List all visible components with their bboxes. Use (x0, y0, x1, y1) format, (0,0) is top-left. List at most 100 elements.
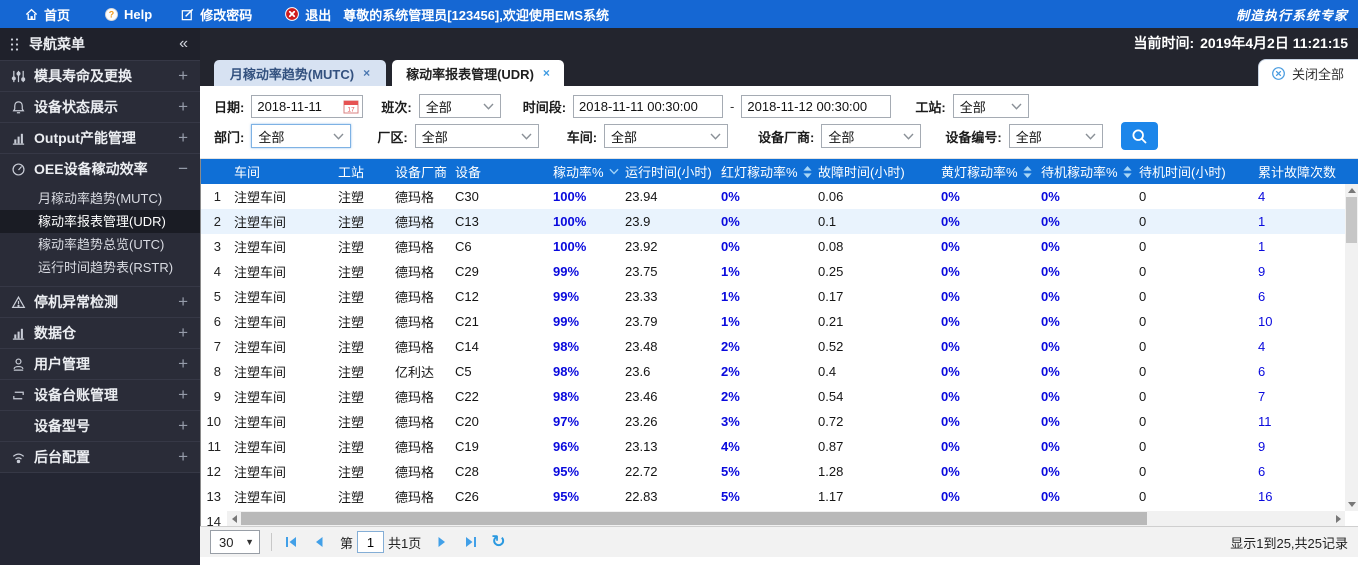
sidebar-nav: 模具寿命及更换 + 设备状态展示 + Output产能管理 + OEE设备稼动效率 − 月稼动率… (0, 60, 200, 472)
home-button[interactable]: 首页 (24, 5, 70, 24)
column-header[interactable]: 累计故障次数 (1251, 162, 1358, 181)
sidebar-group-1[interactable]: 设备状态展示 + (0, 91, 200, 122)
column-label: 设备厂商 (395, 165, 448, 180)
column-header[interactable]: 待机时间(小时) (1132, 162, 1251, 181)
sidebar-group-3[interactable]: OEE设备稼动效率 − (0, 153, 200, 184)
time-to-input[interactable] (741, 94, 892, 118)
plus-icon[interactable]: + (178, 128, 188, 148)
scroll-down-icon[interactable] (1345, 498, 1358, 511)
sidebar-group-9[interactable]: 后台配置 + (0, 441, 200, 472)
column-header[interactable]: 红灯稼动率% (714, 162, 812, 181)
sidebar-group-2[interactable]: Output产能管理 + (0, 122, 200, 153)
plus-icon[interactable]: + (178, 354, 188, 374)
scroll-left-icon[interactable] (227, 511, 241, 526)
change-password-button[interactable]: 修改密码 (180, 5, 252, 24)
tab-udr[interactable]: 稼动率报表管理(UDR) × (392, 60, 564, 86)
table-header: 车间 工站 设备厂商 设备 稼动率% 运行时间(小时) 红灯稼动率% 故障时间(小时) 黄灯稼动… (201, 159, 1358, 184)
first-page-button[interactable] (283, 534, 299, 550)
table-row[interactable]: 10 注塑车间 注塑 德玛格 C20 97% 23.26 3% 0.72 0% 0% 0 11 (201, 409, 1345, 434)
sidebar-item[interactable]: 稼动率趋势总览(UTC) (0, 233, 200, 256)
column-header[interactable]: 稼动率% (546, 162, 619, 181)
column-header[interactable]: 车间 (227, 162, 331, 181)
device-select[interactable]: 全部 (1008, 124, 1103, 148)
table-row[interactable]: 5 注塑车间 注塑 德玛格 C12 99% 23.33 1% 0.17 0% 0% 0 6 (201, 284, 1345, 309)
cell: 0% (1041, 364, 1060, 379)
tab-mutc[interactable]: 月稼动率趋势(MUTC) × (214, 60, 386, 86)
sidebar-item[interactable]: 稼动率报表管理(UDR) (0, 210, 200, 233)
close-all-button[interactable]: 关闭全部 (1257, 59, 1358, 86)
shift-select[interactable]: 全部 (418, 94, 501, 118)
table-row[interactable]: 12 注塑车间 注塑 德玛格 C28 95% 22.72 5% 1.28 0% 0% 0 6 (201, 459, 1345, 484)
sidebar-group-8[interactable]: 设备型号 + (0, 410, 200, 441)
station-select[interactable]: 全部 (952, 94, 1029, 118)
table-row[interactable]: 3 注塑车间 注塑 德玛格 C6 100% 23.92 0% 0.08 0% 0% 0 1 (201, 234, 1345, 259)
table-row[interactable]: 9 注塑车间 注塑 德玛格 C22 98% 23.46 2% 0.54 0% 0% 0 7 (201, 384, 1345, 409)
table-row[interactable]: 11 注塑车间 注塑 德玛格 C19 96% 23.13 4% 0.87 0% 0% 0 9 (201, 434, 1345, 459)
workshop-select[interactable]: 全部 (604, 124, 729, 148)
tab-close-icon[interactable]: × (363, 66, 370, 80)
cell: 0 (1139, 289, 1147, 304)
column-header[interactable]: 故障时间(小时) (811, 162, 934, 181)
plus-icon[interactable]: + (178, 66, 188, 86)
plus-icon[interactable]: + (178, 447, 188, 467)
column-label: 待机时间(小时) (1139, 165, 1226, 180)
column-header[interactable]: 设备 (448, 162, 546, 181)
cell: C5 (455, 364, 472, 379)
scroll-up-icon[interactable] (1345, 184, 1358, 197)
table-row[interactable]: 4 注塑车间 注塑 德玛格 C29 99% 23.75 1% 0.25 0% 0% 0 9 (201, 259, 1345, 284)
pagination-bar: 30 ▼ 第 共1页 ↻ 显示1到25,共25记录 (200, 526, 1358, 557)
column-header[interactable]: 黄灯稼动率% (934, 162, 1034, 181)
column-header[interactable]: 工站 (331, 162, 388, 181)
page-size-select[interactable]: 30 ▼ (210, 530, 260, 554)
table-row[interactable]: 7 注塑车间 注塑 德玛格 C14 98% 23.48 2% 0.52 0% 0% 0 4 (201, 334, 1345, 359)
cell: 0% (1041, 339, 1060, 354)
page-number-input[interactable] (357, 531, 385, 553)
plus-icon[interactable]: + (178, 385, 188, 405)
cell: 0% (1041, 289, 1060, 304)
plus-icon[interactable]: + (178, 97, 188, 117)
plus-icon[interactable]: + (178, 416, 188, 436)
sidebar-item[interactable]: 月稼动率趋势(MUTC) (0, 187, 200, 210)
next-page-button[interactable] (434, 534, 450, 550)
cell: 德玛格 (395, 265, 435, 280)
dept-select[interactable]: 全部 (251, 124, 352, 148)
collapse-sidebar-icon[interactable]: « (179, 35, 188, 53)
cell: 0 (1139, 314, 1147, 329)
sidebar-group-5[interactable]: 数据仓 + (0, 317, 200, 348)
calendar-icon[interactable]: 17 (343, 99, 359, 114)
table-row[interactable]: 8 注塑车间 注塑 亿利达 C5 98% 23.6 2% 0.4 0% 0% 0 6 (201, 359, 1345, 384)
search-button[interactable] (1120, 122, 1158, 150)
horizontal-scroll-thumb[interactable] (241, 512, 1147, 525)
vertical-scrollbar[interactable] (1345, 184, 1358, 511)
sidebar-group-label: 用户管理 (34, 356, 90, 372)
table-row[interactable]: 13 注塑车间 注塑 德玛格 C26 95% 22.83 5% 1.17 0% 0% 0 16 (201, 484, 1345, 509)
column-header[interactable]: 运行时间(小时) (618, 162, 714, 181)
scroll-right-icon[interactable] (1331, 511, 1345, 526)
plant-select[interactable]: 全部 (414, 124, 539, 148)
last-page-button[interactable] (462, 534, 478, 550)
cell: 100% (553, 214, 587, 229)
help-button[interactable]: ? Help (104, 7, 152, 22)
sidebar-group-6[interactable]: 用户管理 + (0, 348, 200, 379)
sidebar-group-4[interactable]: 停机异常检测 + (0, 286, 200, 317)
time-from-input[interactable] (573, 94, 724, 118)
table-row[interactable]: 6 注塑车间 注塑 德玛格 C21 99% 23.79 1% 0.21 0% 0% 0 10 (201, 309, 1345, 334)
column-header[interactable]: 待机稼动率% (1034, 162, 1132, 181)
sidebar-item[interactable]: 运行时间趋势表(RSTR) (0, 256, 200, 279)
refresh-icon[interactable]: ↻ (491, 532, 505, 552)
cell: 23.79 (625, 314, 658, 329)
logout-button[interactable]: 退出 (284, 5, 331, 24)
vendor-select[interactable]: 全部 (821, 124, 922, 148)
plus-icon[interactable]: + (178, 323, 188, 343)
plus-icon[interactable]: + (178, 292, 188, 312)
table-row[interactable]: 2 注塑车间 注塑 德玛格 C13 100% 23.9 0% 0.1 0% 0% 0 1 (201, 209, 1345, 234)
table-row[interactable]: 1 注塑车间 注塑 德玛格 C30 100% 23.94 0% 0.06 0% 0% 0 4 (201, 184, 1345, 209)
vertical-scroll-thumb[interactable] (1346, 197, 1357, 243)
tab-close-icon[interactable]: × (543, 66, 550, 80)
prev-page-button[interactable] (311, 534, 327, 550)
minus-icon[interactable]: − (178, 159, 188, 179)
sidebar-group-0[interactable]: 模具寿命及更换 + (0, 60, 200, 91)
sidebar-group-7[interactable]: 设备台账管理 + (0, 379, 200, 410)
column-header[interactable]: 设备厂商 (388, 162, 448, 181)
horizontal-scrollbar[interactable] (227, 511, 1345, 526)
